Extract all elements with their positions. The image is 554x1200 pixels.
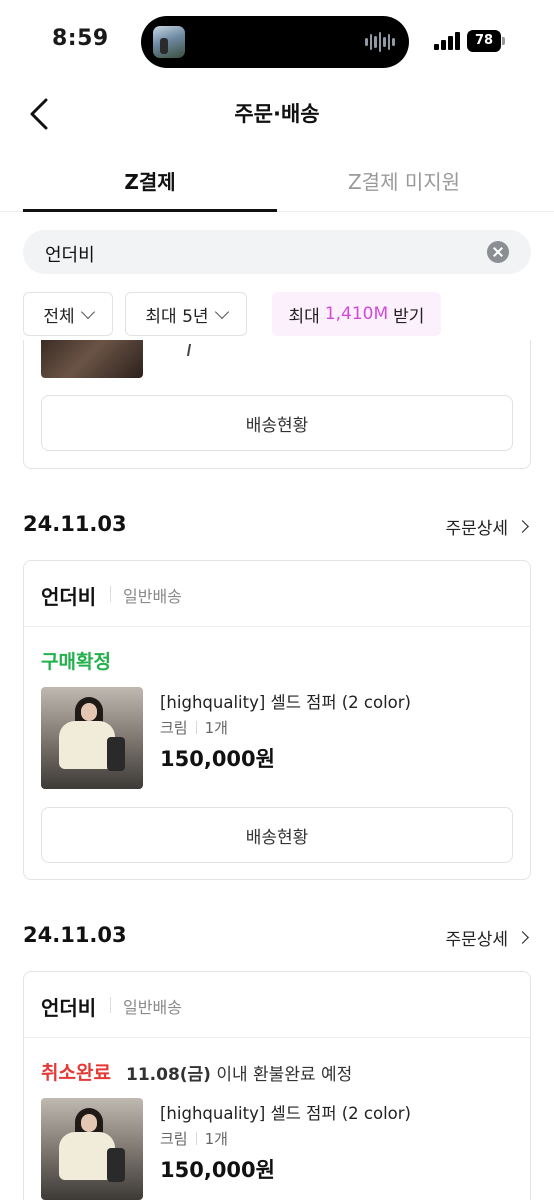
- refund-note: 11.08(금) 이내 환불완료 예정: [126, 1060, 352, 1085]
- shop-name[interactable]: 언더비: [41, 992, 96, 1021]
- active-tab-indicator: [23, 209, 277, 212]
- chevron-right-icon: [516, 931, 529, 944]
- promo-suffix: 받기: [393, 306, 425, 327]
- product-quantity: 1개: [204, 1130, 228, 1148]
- shop-header: 언더비 일반배송: [24, 561, 530, 627]
- chevron-right-icon: [516, 520, 529, 533]
- product-option: 크림: [160, 1130, 188, 1148]
- refund-text: 이내 환불완료 예정: [216, 1065, 353, 1085]
- order-detail-label: 주문상세: [445, 930, 508, 950]
- order-detail-label: 주문상세: [445, 519, 508, 539]
- order-status: 취소완료: [41, 1062, 111, 1084]
- page-title: 주문·배송: [234, 102, 320, 126]
- chevron-down-icon: [80, 304, 95, 319]
- promo-prefix: 최대: [288, 306, 320, 327]
- shipping-type: 일반배송: [123, 587, 182, 606]
- cellular-signal-icon: [434, 32, 462, 50]
- delivery-status-button[interactable]: 배송현황: [41, 807, 513, 863]
- filter-all-label: 전체: [43, 306, 75, 327]
- order-detail-link[interactable]: 주문상세: [445, 514, 529, 539]
- product-options: 크림 1개: [160, 1128, 228, 1149]
- order-date: 24.11.03: [23, 512, 127, 536]
- chevron-down-icon: [214, 304, 229, 319]
- product-price: 150,000원: [160, 747, 275, 771]
- product-thumbnail[interactable]: [41, 1098, 143, 1200]
- status-time: 8:59: [52, 26, 109, 51]
- filter-period-label: 최대 5년: [145, 306, 209, 327]
- order-date-row: 24.11.03 주문상세: [23, 512, 531, 542]
- now-playing-artwork-icon: [153, 26, 185, 58]
- tab-bar: Z결제 Z결제 미지원: [0, 150, 554, 212]
- battery-level: 78: [467, 30, 501, 52]
- order-card: 언더비 일반배송 취소완료 11.08(금) 이내 환불완료 예정 [highq…: [23, 971, 531, 1200]
- filter-period-dropdown[interactable]: 최대 5년: [125, 292, 247, 336]
- product-thumbnail[interactable]: [41, 340, 143, 378]
- audio-waveform-icon: [365, 31, 396, 53]
- search-input[interactable]: 언더비: [23, 230, 531, 274]
- filter-all-dropdown[interactable]: 전체: [23, 292, 113, 336]
- order-card-partial: 배송현황: [23, 340, 531, 469]
- product-thumbnail[interactable]: [41, 687, 143, 789]
- status-bar: 8:59 78: [0, 0, 554, 84]
- product-name[interactable]: [highquality] 셀드 점퍼 (2 color): [160, 689, 411, 713]
- shipping-type: 일반배송: [123, 998, 182, 1017]
- promo-amount: 1,410M: [324, 304, 389, 324]
- shop-header: 언더비 일반배송: [24, 972, 530, 1038]
- delivery-status-button[interactable]: 배송현황: [41, 395, 513, 451]
- tab-z-pay-unsupported[interactable]: Z결제 미지원: [277, 166, 531, 195]
- search-query[interactable]: 언더비: [45, 241, 95, 267]
- dynamic-island[interactable]: [141, 16, 409, 68]
- order-card: 언더비 일반배송 구매확정 [highquality] 셀드 점퍼 (2 col…: [23, 560, 531, 880]
- order-status: 구매확정: [41, 651, 111, 673]
- tab-z-pay[interactable]: Z결제: [23, 166, 277, 195]
- product-price: 150,000원: [160, 1158, 275, 1182]
- shop-name[interactable]: 언더비: [41, 581, 96, 610]
- order-date: 24.11.03: [23, 923, 127, 947]
- refund-date: 11.08(금): [126, 1065, 211, 1085]
- battery-icon: 78: [467, 30, 505, 52]
- promo-chip[interactable]: 최대 1,410M 받기: [272, 292, 441, 336]
- product-option: 크림: [160, 719, 188, 737]
- product-quantity: 1개: [204, 719, 228, 737]
- product-name[interactable]: [highquality] 셀드 점퍼 (2 color): [160, 1100, 411, 1124]
- clear-search-icon[interactable]: [487, 241, 509, 263]
- order-detail-link[interactable]: 주문상세: [445, 925, 529, 950]
- product-options: 크림 1개: [160, 717, 228, 738]
- order-date-row: 24.11.03 주문상세: [23, 923, 531, 953]
